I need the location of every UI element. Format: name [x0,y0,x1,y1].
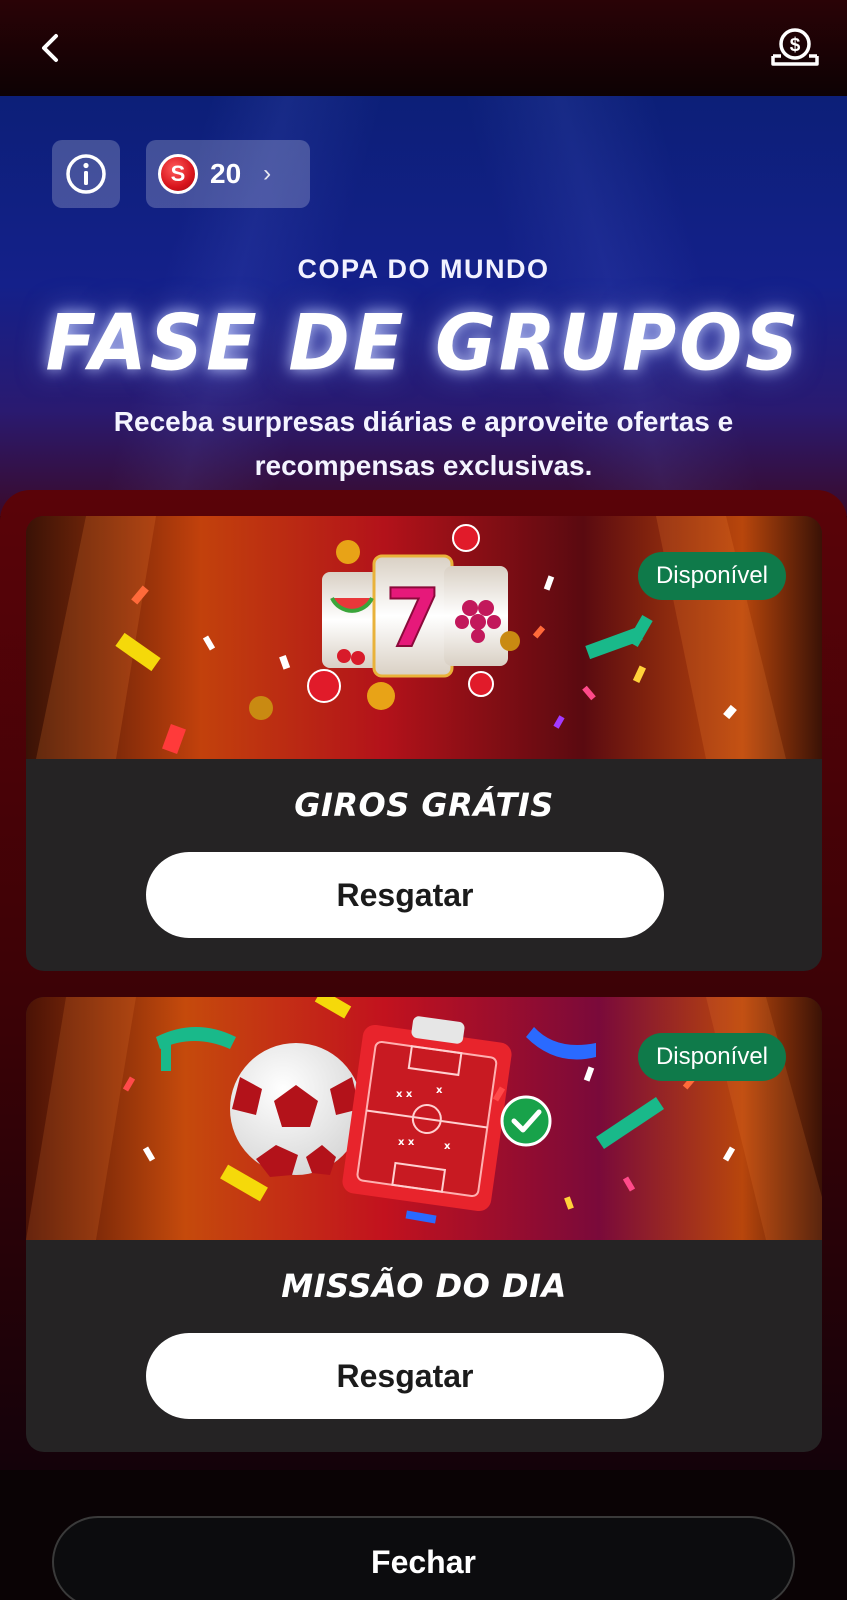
info-circle-icon [66,154,106,194]
status-badge: Disponível [637,1033,786,1081]
chevron-left-icon [42,34,58,62]
cashier-button[interactable]: $ [769,26,821,70]
card-title: MISSÃO DO DIA [281,1267,567,1305]
card-title: GIROS GRÁTIS [294,786,554,824]
svg-text:$: $ [790,35,801,56]
coin-balance-button[interactable]: S 20 › [146,140,310,208]
top-app-bar: $ [0,0,847,96]
claim-button[interactable]: Resgatar [146,1333,664,1419]
claim-button[interactable]: Resgatar [146,852,664,938]
chevron-right-icon: › [263,160,272,187]
svg-text:x: x [436,1085,443,1096]
svg-text:7: 7 [385,572,441,665]
svg-text:x x: x x [396,1089,413,1100]
back-button[interactable] [30,28,70,68]
hero-title: FASE DE GRUPOS [45,297,802,389]
reward-card-daily-mission: x x x x x x Disponível MISSÃO DO DIA Res… [26,997,822,1452]
cashier-coin-icon: $ [771,28,819,66]
svg-text:x: x [444,1141,451,1152]
hero-banner: S 20 › COPA DO MUNDO FASE DE GRUPOS Rece… [0,96,847,516]
close-button[interactable]: Fechar [52,1516,795,1600]
info-button[interactable] [52,140,120,208]
coin-balance: 20 [210,158,242,189]
hero-eyebrow: COPA DO MUNDO [297,254,550,284]
rewards-panel: 7 Disponível GIROS GRÁTIS Resgatar x x x… [0,490,847,1470]
coin-s-icon: S [158,154,198,194]
coin-symbol: S [170,161,186,186]
hero-subtitle: Receba surpresas diárias e aproveite ofe… [113,406,734,481]
status-badge: Disponível [637,552,786,600]
svg-text:x x: x x [398,1137,415,1148]
reward-card-free-spins: 7 Disponível GIROS GRÁTIS Resgatar [26,516,822,971]
